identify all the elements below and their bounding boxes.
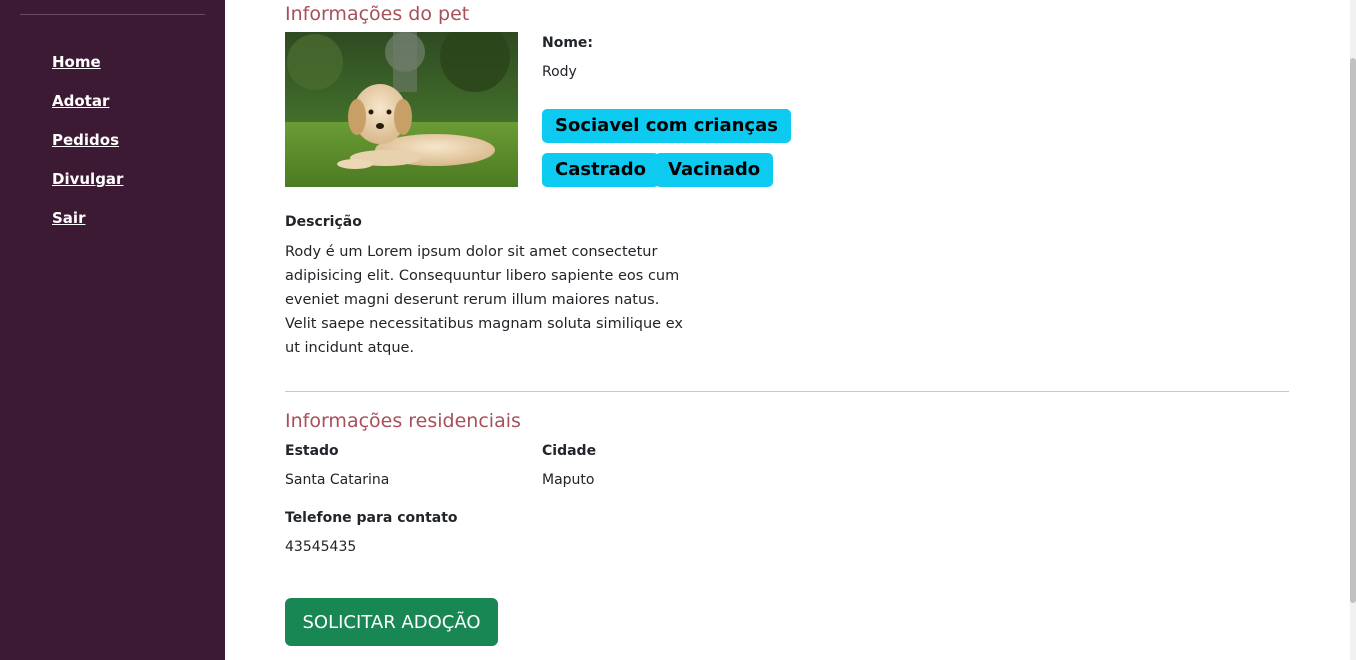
sidebar-item-sair[interactable]: Sair: [52, 208, 85, 228]
request-adoption-button[interactable]: SOLICITAR ADOÇÃO: [285, 598, 498, 646]
pet-section-title: Informações do pet: [285, 3, 470, 25]
sidebar-item-adotar[interactable]: Adotar: [52, 91, 109, 111]
tag-vacinado: Vacinado: [655, 153, 774, 187]
city-value: Maputo: [542, 472, 595, 488]
page-scrollbar[interactable]: [1350, 0, 1356, 660]
state-value: Santa Catarina: [285, 472, 390, 488]
sidebar-item-home[interactable]: Home: [52, 52, 101, 72]
sidebar-nav: Home Adotar Pedidos Divulgar Sair: [52, 52, 123, 247]
sidebar: Home Adotar Pedidos Divulgar Sair: [0, 0, 225, 660]
pet-name-value: Rody: [542, 64, 577, 80]
tag-sociavel: Sociavel com crianças: [542, 109, 791, 143]
sidebar-item-divulgar[interactable]: Divulgar: [52, 169, 123, 189]
tag-castrado: Castrado: [542, 153, 659, 187]
description-label: Descrição: [285, 214, 362, 230]
main-content: Informações do pet Nome: Rody Sociavel c…: [225, 0, 1350, 660]
phone-label: Telefone para contato: [285, 510, 458, 526]
scrollbar-thumb[interactable]: [1350, 58, 1356, 603]
sidebar-item-pedidos[interactable]: Pedidos: [52, 130, 119, 150]
section-divider: [285, 391, 1289, 392]
phone-value: 43545435: [285, 539, 357, 555]
pet-name-label: Nome:: [542, 35, 594, 51]
state-label: Estado: [285, 443, 339, 459]
sidebar-divider: [20, 14, 205, 15]
puppy-photo-icon: [285, 32, 518, 187]
pet-description: Rody é um Lorem ipsum dolor sit amet con…: [285, 244, 683, 356]
city-label: Cidade: [542, 443, 597, 459]
pet-photo: [285, 32, 518, 187]
residence-section-title: Informações residenciais: [285, 410, 521, 432]
